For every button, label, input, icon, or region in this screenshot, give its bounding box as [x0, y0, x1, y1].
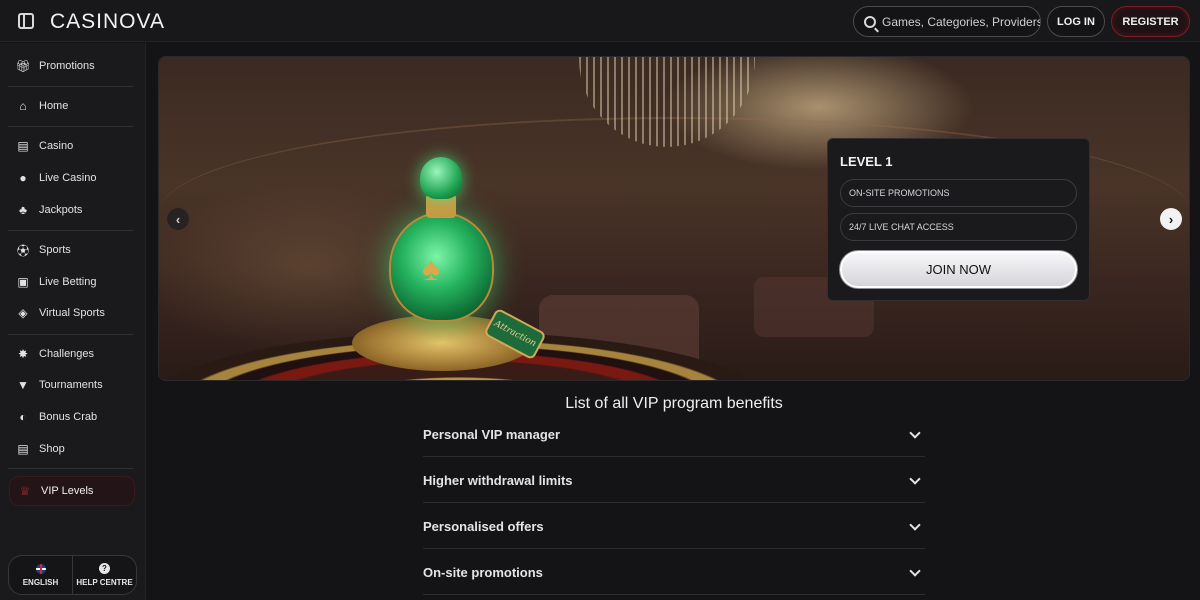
sidebar-item-casino[interactable]: ▤ Casino	[16, 136, 73, 156]
register-button[interactable]: REGISTER	[1111, 6, 1190, 37]
chevron-down-icon[interactable]	[909, 474, 921, 486]
site-logo[interactable]: CASINOVA	[50, 10, 165, 34]
language-label: ENGLISH	[22, 577, 59, 587]
carousel-next-button[interactable]: ›	[1160, 208, 1182, 230]
sidebar-item-live-casino[interactable]: ● Live Casino	[16, 168, 96, 188]
chevron-down-icon[interactable]	[909, 566, 921, 578]
crown-icon: ♕	[19, 484, 31, 498]
sidebar-item-label: Virtual Sports	[39, 307, 105, 319]
sidebar-divider	[8, 230, 134, 231]
sidebar-item-challenges[interactable]: ✸ Challenges	[16, 344, 94, 364]
clover-icon: ♣	[19, 203, 27, 217]
gift-icon: 🎁︎	[15, 59, 31, 73]
login-button[interactable]: LOG IN	[1047, 6, 1105, 37]
benefit-label: Personal VIP manager	[423, 426, 561, 442]
sidebar-toggle-icon[interactable]	[18, 13, 34, 29]
sidebar: 🎁︎ Promotions ⌂ Home ▤ Casino ● Live Cas…	[0, 43, 146, 600]
virtual-icon: ◈	[18, 306, 28, 320]
sidebar-item-label: Promotions	[39, 60, 95, 72]
live-icon: ▣	[17, 275, 29, 289]
medal-icon: ✸	[17, 347, 29, 361]
spade-icon: ♠	[422, 250, 441, 288]
benefits-title: List of all VIP program benefits	[565, 395, 783, 412]
sidebar-item-label: Home	[39, 100, 69, 112]
sidebar-item-virtual-sports[interactable]: ◈ Virtual Sports	[16, 303, 105, 323]
benefit-label: Personalised offers	[423, 518, 544, 534]
language-button[interactable]: ENGLISH	[9, 556, 72, 594]
benefit-label: On-site promotions	[423, 564, 543, 580]
bottle-cap	[420, 157, 462, 199]
sidebar-item-shop[interactable]: ▤ Shop	[16, 439, 65, 459]
sidebar-divider	[8, 334, 134, 335]
shop-icon: ▤	[17, 442, 29, 456]
chevron-right-icon: ›	[1168, 211, 1174, 227]
crab-icon: ◐	[19, 410, 27, 424]
slot-machine-icon: ▤	[17, 139, 29, 153]
sidebar-item-home[interactable]: ⌂ Home	[16, 96, 68, 116]
sidebar-item-label: Shop	[39, 443, 65, 455]
vip-banner: ♠ Attraction ‹ › LEVEL 1 ON-SITE PROMOTI…	[158, 56, 1190, 381]
benefit-accordion-item[interactable]: Higher withdrawal limits	[423, 458, 925, 503]
sidebar-item-label: Tournaments	[39, 379, 103, 391]
sidebar-item-label: Live Casino	[39, 172, 97, 184]
sidebar-item-bonus-crab[interactable]: ◐ Bonus Crab	[16, 407, 97, 427]
chevron-down-icon[interactable]	[909, 520, 921, 532]
search-input[interactable]	[882, 14, 1040, 29]
sidebar-item-label: Bonus Crab	[39, 411, 98, 423]
level-title: LEVEL 1	[840, 154, 893, 169]
sidebar-item-promotions[interactable]: 🎁︎ Promotions	[15, 56, 95, 76]
sidebar-divider	[8, 468, 134, 469]
sidebar-item-label: Challenges	[39, 348, 95, 360]
trophy-icon: ▼	[17, 378, 29, 392]
benefit-accordion-item[interactable]: Personal VIP manager	[423, 412, 925, 457]
level-perk: ON-SITE PROMOTIONS	[840, 179, 1077, 207]
top-bar: CASINOVA LOG IN REGISTER	[0, 0, 1200, 42]
sidebar-item-label: Jackpots	[39, 204, 83, 216]
dealer-icon: ●	[19, 171, 27, 185]
search-icon	[864, 15, 876, 28]
benefit-label: Higher withdrawal limits	[423, 472, 573, 488]
bottle-body	[389, 212, 494, 322]
potion-bottle-image: ♠	[384, 157, 499, 322]
search-box[interactable]	[853, 6, 1041, 37]
benefit-accordion-item[interactable]: Personalised offers	[423, 504, 925, 549]
carousel-prev-button[interactable]: ‹	[167, 208, 189, 230]
chevron-down-icon[interactable]	[909, 428, 921, 440]
sidebar-item-jackpots[interactable]: ♣ Jackpots	[16, 200, 82, 220]
level-perk: 24/7 LIVE CHAT ACCESS	[840, 213, 1077, 241]
sidebar-divider	[8, 86, 134, 87]
uk-flag-icon	[35, 563, 46, 574]
football-icon: ⚽︎	[16, 243, 29, 258]
sidebar-item-label: Live Betting	[39, 276, 97, 288]
help-centre-button[interactable]: ? HELP CENTRE	[72, 556, 136, 594]
chevron-left-icon: ‹	[175, 211, 181, 227]
home-icon: ⌂	[19, 99, 27, 113]
sidebar-item-live-betting[interactable]: ▣ Live Betting	[16, 272, 96, 292]
benefit-accordion-item[interactable]: On-site promotions	[423, 550, 925, 595]
sidebar-item-tournaments[interactable]: ▼ Tournaments	[16, 375, 103, 395]
sidebar-item-label: Sports	[39, 244, 71, 256]
help-label: HELP CENTRE	[76, 578, 133, 587]
sidebar-footer: ENGLISH ? HELP CENTRE	[8, 555, 137, 595]
sidebar-item-vip-levels[interactable]: ♕ VIP Levels	[9, 476, 135, 506]
join-now-button[interactable]: JOIN NOW	[840, 251, 1077, 288]
vip-level-card: LEVEL 1 ON-SITE PROMOTIONS 24/7 LIVE CHA…	[827, 138, 1090, 301]
sidebar-item-label: Casino	[39, 140, 74, 152]
help-icon: ?	[99, 563, 110, 574]
sidebar-item-label: VIP Levels	[41, 485, 94, 497]
sidebar-item-sports[interactable]: ⚽︎ Sports	[16, 240, 71, 260]
sidebar-divider	[8, 126, 134, 127]
